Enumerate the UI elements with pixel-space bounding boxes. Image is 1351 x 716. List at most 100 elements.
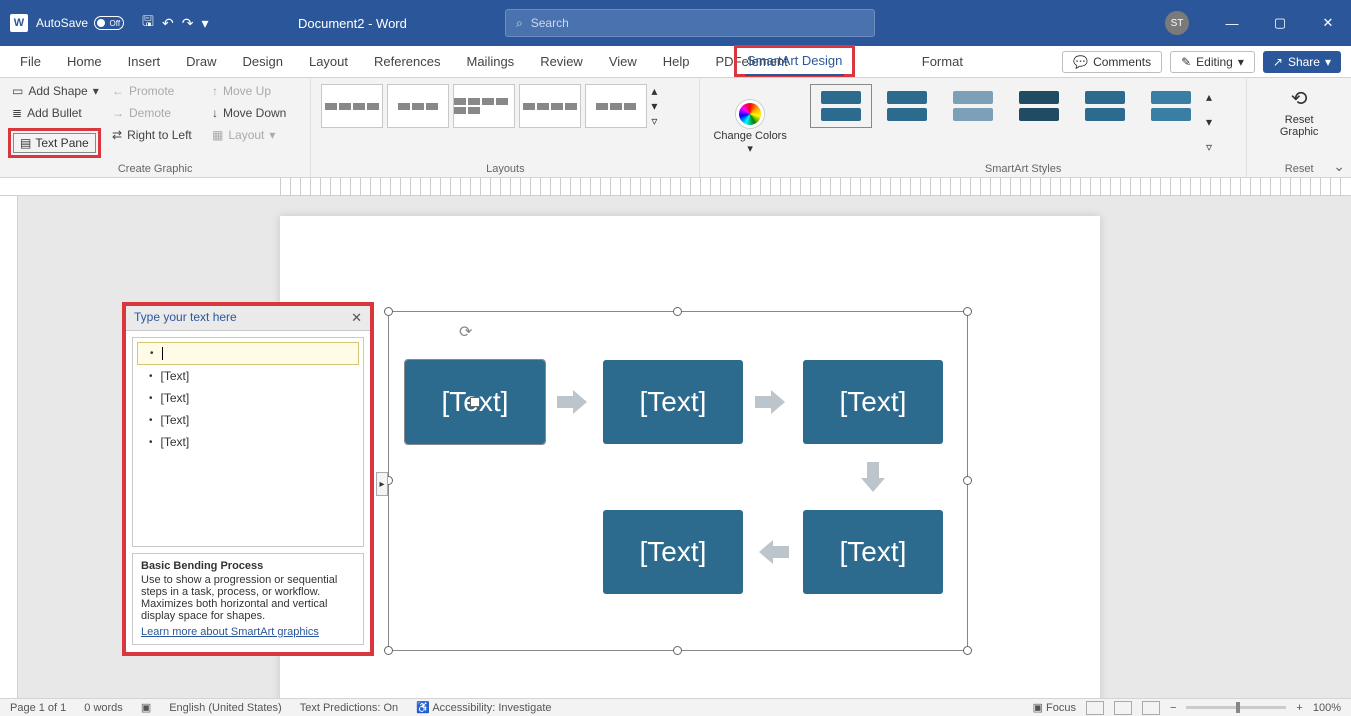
smartart-style-1[interactable]: [810, 84, 872, 128]
layout-option-1[interactable]: [321, 84, 383, 128]
layouts-scroll-up-icon[interactable]: ▴: [651, 84, 657, 98]
resize-handle[interactable]: [673, 646, 682, 655]
resize-handle[interactable]: [384, 307, 393, 316]
tab-design[interactable]: Design: [241, 48, 285, 75]
text-pane-item-1[interactable]: •: [137, 342, 359, 365]
text-pane-popup: Type your text here ✕ • •[Text] •[Text] …: [122, 302, 374, 656]
smartart-style-2[interactable]: [876, 84, 938, 128]
smartart-shape-2[interactable]: [Text]: [603, 360, 743, 444]
minimize-button[interactable]: —: [1209, 0, 1255, 46]
resize-handle[interactable]: [963, 307, 972, 316]
status-page[interactable]: Page 1 of 1: [10, 702, 66, 714]
status-bar: Page 1 of 1 0 words ▣ English (United St…: [0, 698, 1351, 716]
move-up-button[interactable]: ↑ Move Up: [208, 82, 290, 100]
status-accessibility[interactable]: ♿ Accessibility: Investigate: [416, 701, 551, 714]
restore-button[interactable]: ▢: [1257, 0, 1303, 46]
tab-draw[interactable]: Draw: [184, 48, 218, 75]
layout-button[interactable]: ▦ Layout ▾: [208, 126, 290, 144]
tab-references[interactable]: References: [372, 48, 442, 75]
smartart-style-6[interactable]: [1140, 84, 1202, 128]
text-pane-item-2[interactable]: •[Text]: [137, 365, 359, 387]
share-button[interactable]: ↗ Share ▾: [1263, 51, 1341, 73]
smartart-style-5[interactable]: [1074, 84, 1136, 128]
layouts-scroll-down-icon[interactable]: ▾: [651, 99, 657, 113]
styles-scroll-down-icon[interactable]: ▾: [1206, 115, 1212, 129]
search-box[interactable]: ⌕ Search: [505, 9, 875, 37]
tab-smartart-design[interactable]: SmartArt Design: [745, 47, 844, 76]
close-button[interactable]: ✕: [1305, 0, 1351, 46]
resize-handle[interactable]: [673, 307, 682, 316]
focus-mode-button[interactable]: ▣ Focus: [1033, 701, 1076, 714]
resize-handle[interactable]: [384, 646, 393, 655]
styles-scroll-up-icon[interactable]: ▴: [1206, 90, 1212, 104]
text-pane-toggle-tab[interactable]: ▸: [376, 472, 388, 496]
status-words[interactable]: 0 words: [84, 702, 123, 714]
text-pane-info-link[interactable]: Learn more about SmartArt graphics: [141, 626, 319, 638]
tab-file[interactable]: File: [18, 48, 43, 75]
move-down-button[interactable]: ↓ Move Down: [208, 104, 290, 122]
text-pane-item-4[interactable]: •[Text]: [137, 409, 359, 431]
editing-mode-button[interactable]: ✎ Editing ▾: [1170, 51, 1255, 73]
resize-handle[interactable]: [963, 476, 972, 485]
autosave-toggle[interactable]: AutoSave Off: [36, 16, 124, 30]
layout-option-5[interactable]: [585, 84, 647, 128]
text-pane-list[interactable]: • •[Text] •[Text] •[Text] •[Text]: [132, 337, 364, 547]
smartart-shape-3[interactable]: [Text]: [803, 360, 943, 444]
text-pane-button[interactable]: ▤ Text Pane: [13, 133, 96, 153]
status-predictions[interactable]: Text Predictions: On: [300, 702, 398, 714]
comments-button[interactable]: 💬 Comments: [1062, 51, 1162, 73]
smartart-style-4[interactable]: [1008, 84, 1070, 128]
text-pane-close-icon[interactable]: ✕: [351, 310, 362, 326]
spellcheck-icon[interactable]: ▣: [141, 701, 151, 714]
layout-option-3[interactable]: [453, 84, 515, 128]
layout-option-4[interactable]: [519, 84, 581, 128]
change-colors-button[interactable]: Change Colors ▾: [700, 78, 800, 177]
document-canvas[interactable]: ⟳ ▸ [Text] [Text] [Text] [Text] [Text] T…: [18, 196, 1351, 698]
arrow-down-icon: [861, 462, 885, 492]
horizontal-ruler: [0, 178, 1351, 196]
text-pane-item-5[interactable]: •[Text]: [137, 431, 359, 453]
save-icon[interactable]: 🖫: [142, 11, 154, 35]
smartart-style-3[interactable]: [942, 84, 1004, 128]
undo-icon[interactable]: ↶: [162, 15, 174, 32]
user-avatar[interactable]: ST: [1165, 11, 1189, 35]
rotate-handle-icon[interactable]: ⟳: [459, 322, 472, 342]
collapse-ribbon-icon[interactable]: ⌄: [1333, 158, 1345, 175]
status-language[interactable]: English (United States): [169, 702, 282, 714]
qat-customize-icon[interactable]: ▾: [201, 15, 208, 32]
styles-more-icon[interactable]: ▿: [1206, 140, 1212, 154]
tab-mailings[interactable]: Mailings: [465, 48, 517, 75]
search-placeholder: Search: [531, 16, 569, 30]
zoom-in-button[interactable]: +: [1296, 702, 1302, 714]
tab-review[interactable]: Review: [538, 48, 585, 75]
right-to-left-button[interactable]: ⇄ Right to Left: [108, 126, 208, 144]
autosave-switch[interactable]: Off: [94, 16, 124, 30]
smartart-shape-4[interactable]: [Text]: [803, 510, 943, 594]
add-shape-button[interactable]: ▭ Add Shape ▾: [8, 82, 108, 100]
tab-layout[interactable]: Layout: [307, 48, 350, 75]
zoom-slider[interactable]: [1186, 706, 1286, 709]
smartart-selection-frame[interactable]: ⟳ ▸ [Text] [Text] [Text] [Text] [Text]: [388, 311, 968, 651]
tab-insert[interactable]: Insert: [126, 48, 163, 75]
reset-graphic-button[interactable]: ⟲ Reset Graphic: [1255, 82, 1343, 142]
tab-help[interactable]: Help: [661, 48, 692, 75]
tab-home[interactable]: Home: [65, 48, 104, 75]
tab-view[interactable]: View: [607, 48, 639, 75]
smartart-shape-1[interactable]: [Text]: [405, 360, 545, 444]
redo-icon[interactable]: ↷: [182, 15, 194, 32]
text-pane-item-3[interactable]: •[Text]: [137, 387, 359, 409]
zoom-level[interactable]: 100%: [1313, 702, 1341, 714]
demote-button[interactable]: → Demote: [108, 104, 208, 122]
smartart-shape-5[interactable]: [Text]: [603, 510, 743, 594]
resize-handle[interactable]: [963, 646, 972, 655]
text-pane-info: Basic Bending Process Use to show a prog…: [132, 553, 364, 645]
layouts-more-icon[interactable]: ▿: [651, 114, 657, 128]
tab-format[interactable]: Format: [920, 48, 965, 75]
add-bullet-button[interactable]: ≣ Add Bullet: [8, 104, 108, 122]
view-web-layout-icon[interactable]: [1142, 701, 1160, 715]
view-print-layout-icon[interactable]: [1114, 701, 1132, 715]
layout-option-2[interactable]: [387, 84, 449, 128]
promote-button[interactable]: ← Promote: [108, 82, 208, 100]
zoom-out-button[interactable]: −: [1170, 702, 1176, 714]
view-read-mode-icon[interactable]: [1086, 701, 1104, 715]
